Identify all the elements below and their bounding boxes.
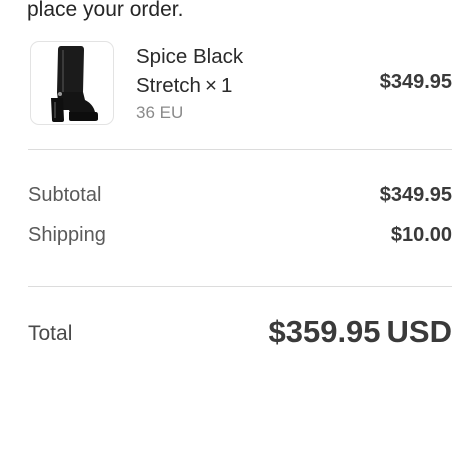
product-name-line2: Stretch × 1 — [136, 71, 356, 100]
subtotal-value: $349.95 — [379, 184, 452, 206]
total-row: Total $359.95 USD — [28, 310, 452, 360]
total-label: Total — [28, 322, 73, 345]
product-thumbnail — [30, 41, 114, 125]
divider — [28, 149, 452, 150]
intro-text: place your order. — [27, 0, 184, 21]
divider — [28, 286, 452, 287]
shipping-row: Shipping $10.00 — [28, 224, 452, 254]
product-name-line1: Spice Black — [136, 45, 244, 68]
total-value: $359.95 USD — [268, 314, 452, 350]
cart-item: Spice Black Stretch × 1 36 EU $349.95 — [28, 40, 452, 126]
subtotal-row: Subtotal $349.95 — [28, 184, 452, 214]
order-summary-page: place your order. Spice Black Stretch × … — [0, 0, 474, 474]
product-price: $349.95 — [379, 71, 452, 93]
product-name-line2-text: Stretch — [136, 74, 201, 97]
black-platform-boot-icon — [51, 46, 98, 122]
total-amount: $359.95 — [268, 314, 381, 349]
shipping-label: Shipping — [28, 224, 106, 246]
shipping-value: $10.00 — [390, 224, 452, 246]
total-currency: USD — [386, 314, 452, 349]
quantity-times-sign: × — [204, 74, 217, 97]
product-name: Spice Black Stretch × 1 — [136, 42, 356, 100]
subtotal-label: Subtotal — [28, 184, 102, 206]
product-variant: 36 EU — [136, 103, 184, 122]
product-quantity: 1 — [220, 74, 233, 97]
